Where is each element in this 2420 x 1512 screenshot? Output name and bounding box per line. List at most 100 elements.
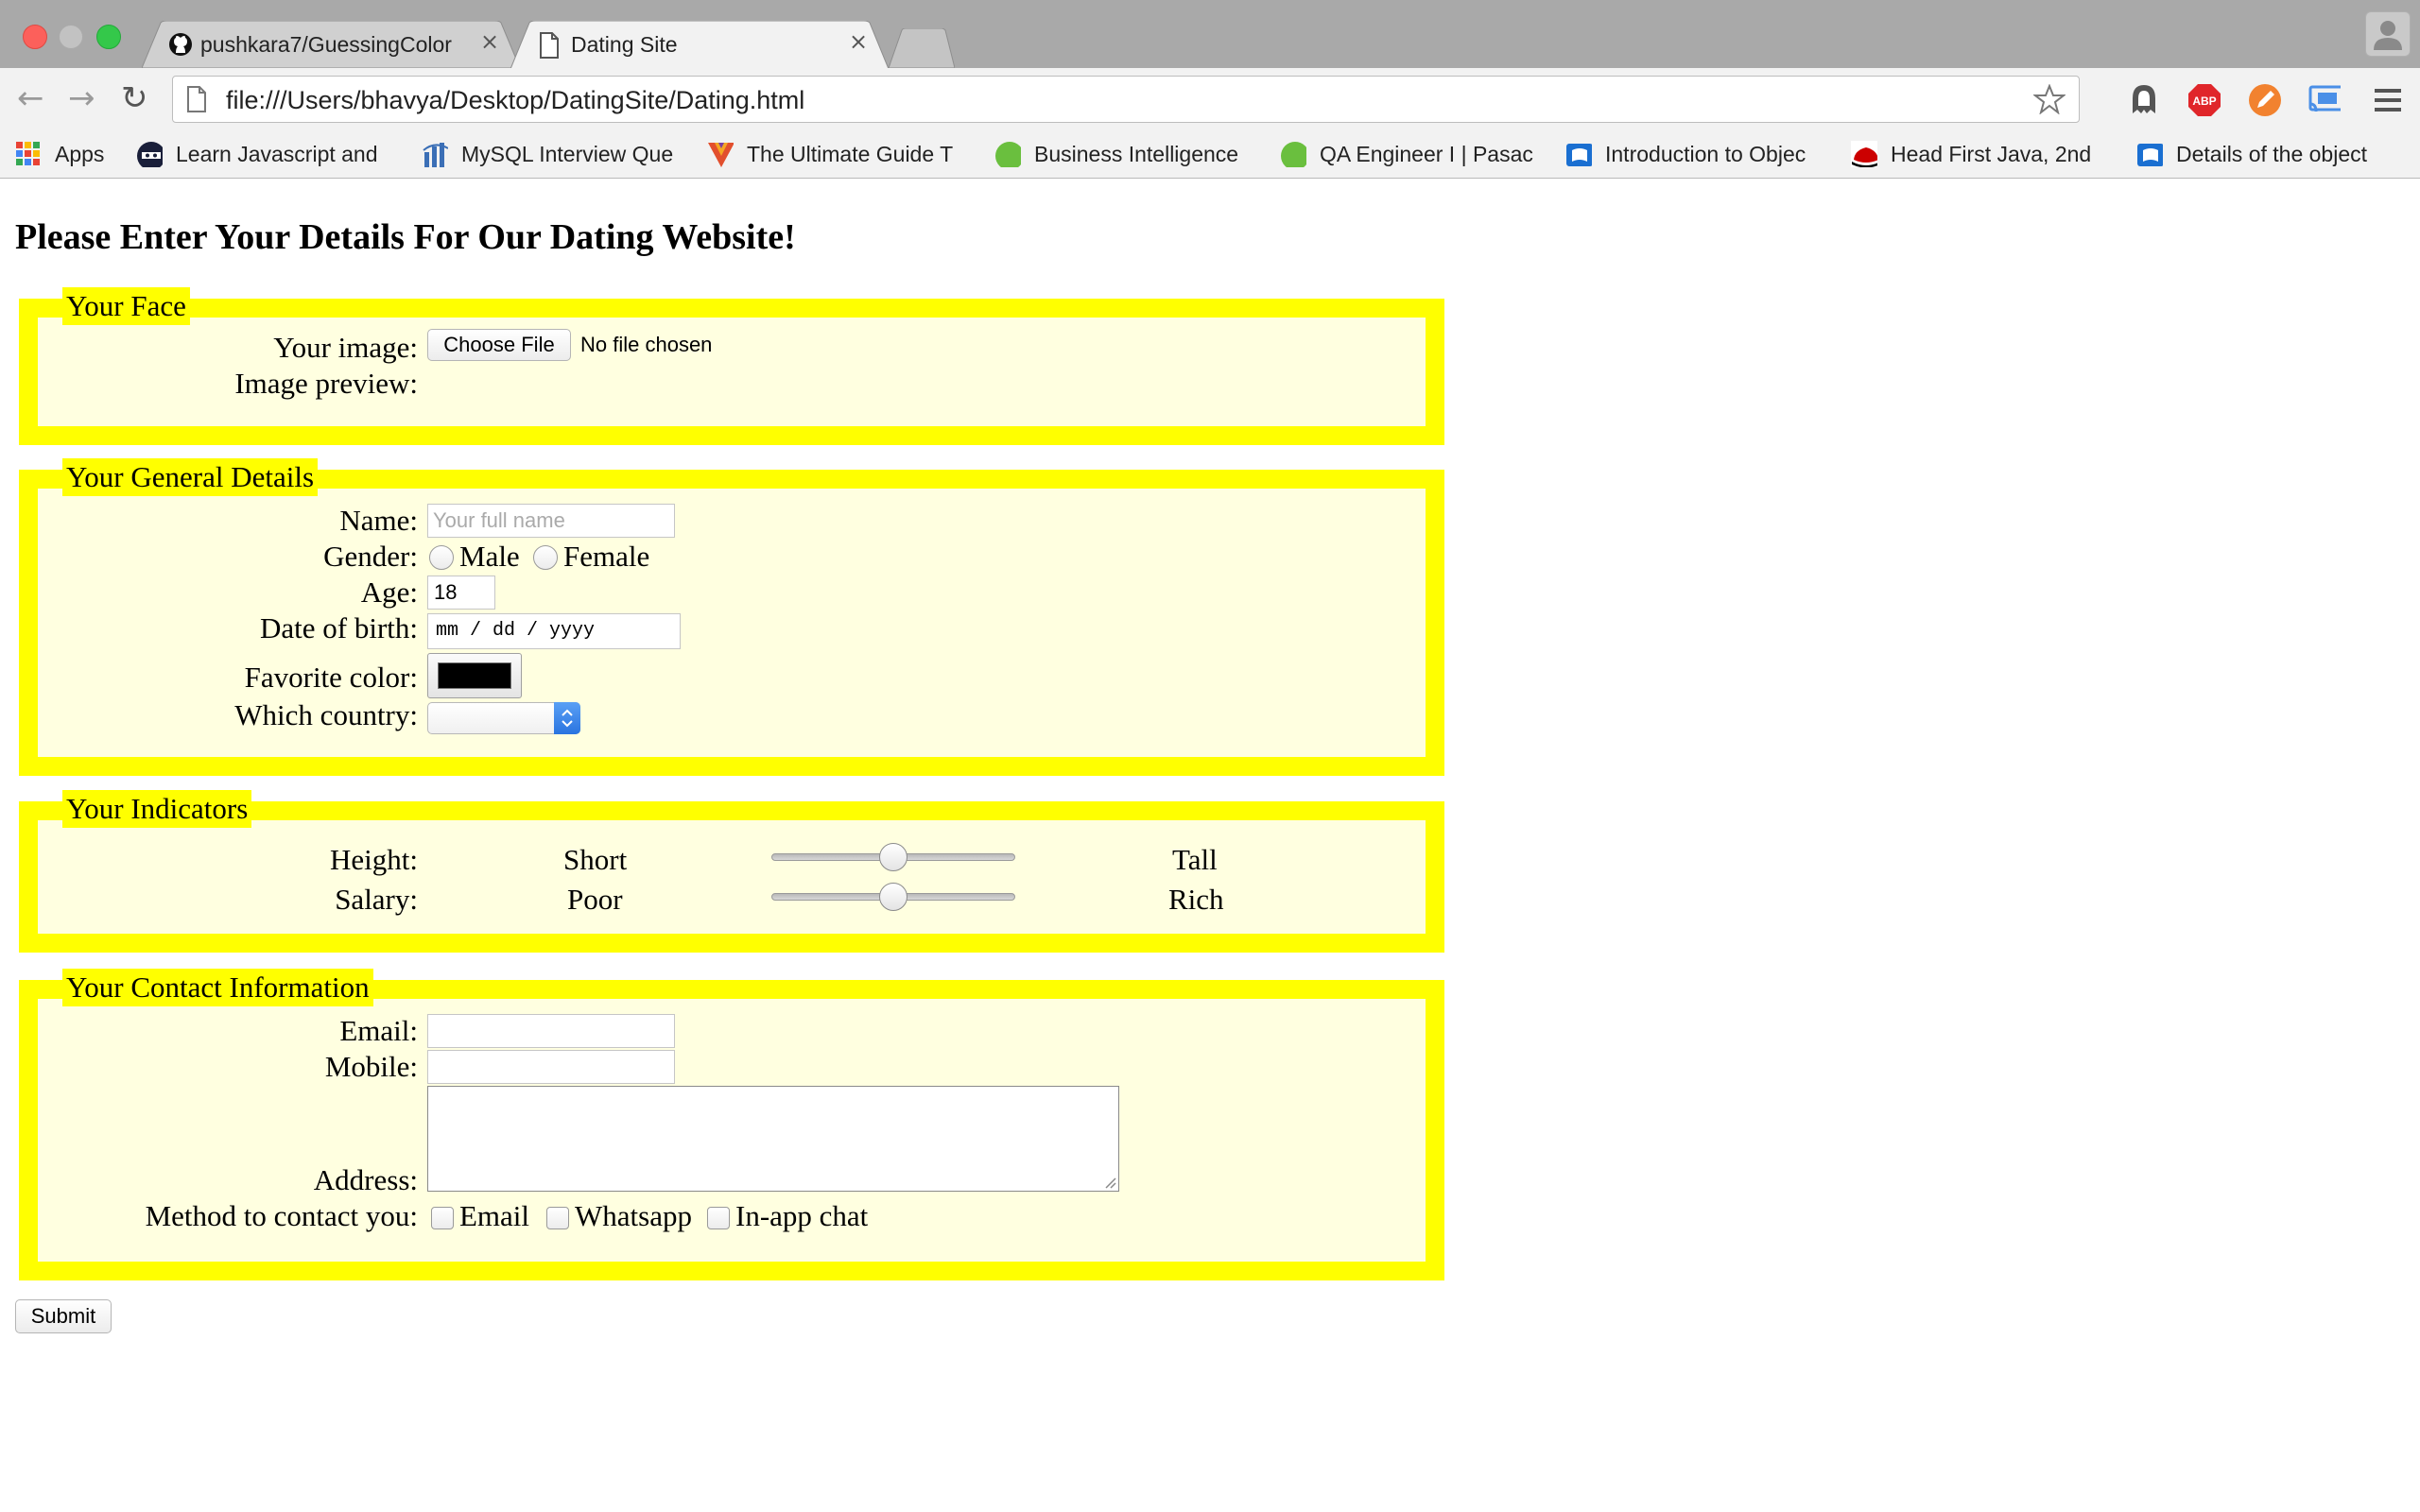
back-arrow-icon[interactable]: ← [17, 81, 44, 115]
gender-male-label: Male [459, 540, 520, 573]
bookmark-label: Apps [55, 141, 105, 166]
adblock-icon[interactable]: ABP [2187, 83, 2221, 117]
country-select[interactable] [427, 702, 580, 734]
svg-text:ABP: ABP [2192, 94, 2216, 108]
mysql-icon [423, 143, 448, 167]
mobile-label: Mobile: [324, 1050, 418, 1083]
page-content: Please Enter Your Details For Our Dating… [0, 179, 2420, 1512]
forward-arrow-icon[interactable]: → [68, 81, 95, 115]
bookmark-head-first-java[interactable]: Head First Java, 2nd [1851, 139, 2106, 169]
bookmark-mysql-interview[interactable]: MySQL Interview Que [422, 139, 677, 169]
email-input[interactable] [427, 1014, 675, 1048]
fieldset-face: Your Face Your image: Choose File No fil… [19, 287, 1444, 445]
color-picker[interactable] [427, 653, 522, 698]
bookmark-ultimate-guide[interactable]: The Ultimate Guide T [707, 139, 962, 169]
age-input[interactable]: 18 [427, 576, 495, 610]
country-label: Which country: [234, 698, 418, 731]
mobile-input[interactable] [427, 1050, 675, 1084]
bookmark-label: MySQL Interview Que [461, 141, 674, 166]
bookmark-learn-javascript[interactable]: Learn Javascript and [136, 139, 391, 169]
dob-label: Date of birth: [259, 611, 418, 644]
page-title: Please Enter Your Details For Our Dating… [15, 217, 796, 257]
fieldset-general: Your General Details Name: Your full nam… [19, 458, 1444, 776]
bookmark-qa-engineer[interactable]: QA Engineer I | Pasac [1280, 139, 1535, 169]
method-whatsapp-checkbox[interactable] [546, 1207, 569, 1229]
bookmark-label: QA Engineer I | Pasac [1320, 141, 1533, 166]
dob-input[interactable]: mm / dd / yyyy [427, 613, 681, 649]
window-maximize-button[interactable] [96, 25, 121, 49]
fieldset-contact: Your Contact Information Email: Mobile: … [19, 969, 1444, 1280]
window-minimize-button[interactable] [59, 25, 83, 49]
reload-icon[interactable]: ↻ [121, 81, 148, 115]
guide-icon [708, 143, 734, 167]
gender-female-label: Female [563, 540, 650, 573]
bookmarks-bar: Apps Learn Javascript and MySQL Intervie… [0, 130, 2420, 179]
bookmark-label: Business Intelligence [1034, 141, 1239, 166]
tab-guessingcolor[interactable]: pushkara7/GuessingColor × [142, 21, 520, 68]
height-label: Height: [330, 843, 418, 876]
resize-handle-icon[interactable] [1103, 1176, 1116, 1189]
name-placeholder: Your full name [433, 508, 565, 532]
age-label: Age: [360, 576, 418, 609]
green-circle-icon [1281, 142, 1306, 167]
close-icon[interactable]: × [849, 28, 868, 55]
bookmark-label: Learn Javascript and [176, 141, 378, 166]
cast-icon[interactable] [2307, 83, 2341, 117]
email-label: Email: [339, 1014, 418, 1047]
legend-general: Your General Details [62, 458, 319, 496]
method-email-checkbox[interactable] [431, 1207, 454, 1229]
salary-max-label: Rich [1168, 883, 1224, 916]
bookmark-label: Head First Java, 2nd [1891, 141, 2092, 166]
gender-female-radio[interactable] [533, 545, 558, 570]
window-close-button[interactable] [23, 25, 47, 49]
gender-male-radio[interactable] [429, 545, 454, 570]
book-icon [2137, 144, 2163, 166]
method-inapp-checkbox[interactable] [707, 1207, 730, 1229]
close-icon[interactable]: × [480, 28, 499, 55]
salary-label: Salary: [335, 883, 418, 916]
tab-title: pushkara7/GuessingColor [200, 32, 452, 57]
redhat-icon [1851, 141, 1877, 167]
menu-icon[interactable] [2371, 83, 2405, 117]
gender-label: Gender: [323, 540, 418, 573]
legend-face: Your Face [62, 287, 190, 325]
choose-file-button[interactable]: Choose File [427, 329, 571, 361]
address-textarea[interactable] [427, 1086, 1119, 1192]
image-label: Your image: [273, 331, 418, 364]
page-icon [187, 86, 206, 112]
height-min-label: Short [563, 843, 628, 876]
bookmark-star-icon[interactable] [2033, 84, 2066, 114]
bookmark-label: Details of the object [2176, 141, 2368, 166]
ghostery-icon[interactable] [2127, 83, 2161, 117]
profile-icon[interactable] [2365, 11, 2411, 57]
browser-chrome: pushkara7/GuessingColor × Dating Site × … [0, 0, 2420, 179]
ninja-icon [137, 142, 163, 167]
new-tab-button[interactable] [889, 28, 955, 68]
method-inapp-label: In-app chat [735, 1199, 869, 1232]
bookmark-label: Introduction to Objec [1605, 141, 1806, 166]
method-email-label: Email [459, 1199, 530, 1232]
toolbar: ← → ↻ file:///Users/bhavya/Desktop/Datin… [0, 68, 2420, 130]
name-input[interactable]: Your full name [427, 504, 675, 538]
select-arrows-icon [554, 702, 580, 734]
green-circle-icon [995, 142, 1021, 167]
bookmark-introduction-objects[interactable]: Introduction to Objec [1565, 139, 1821, 169]
page-icon [540, 32, 559, 59]
tab-title: Dating Site [571, 32, 678, 57]
github-icon [169, 33, 192, 56]
pencil-extension-icon[interactable] [2248, 83, 2282, 117]
tab-strip: pushkara7/GuessingColor × Dating Site × [0, 0, 2420, 68]
book-icon [1566, 144, 1592, 166]
name-label: Name: [339, 504, 418, 537]
bookmark-apps[interactable]: Apps [15, 139, 104, 169]
bookmark-business-intelligence[interactable]: Business Intelligence [994, 139, 1250, 169]
salary-slider-thumb[interactable] [879, 883, 908, 911]
color-swatch [438, 662, 511, 689]
submit-button[interactable]: Submit [15, 1299, 112, 1333]
tab-dating-site[interactable]: Dating Site × [510, 21, 889, 68]
height-max-label: Tall [1172, 843, 1218, 876]
legend-contact: Your Contact Information [62, 969, 373, 1006]
height-slider-thumb[interactable] [879, 843, 908, 871]
bookmark-details-object[interactable]: Details of the object [2136, 139, 2392, 169]
address-bar[interactable]: file:///Users/bhavya/Desktop/DatingSite/… [172, 76, 2080, 123]
